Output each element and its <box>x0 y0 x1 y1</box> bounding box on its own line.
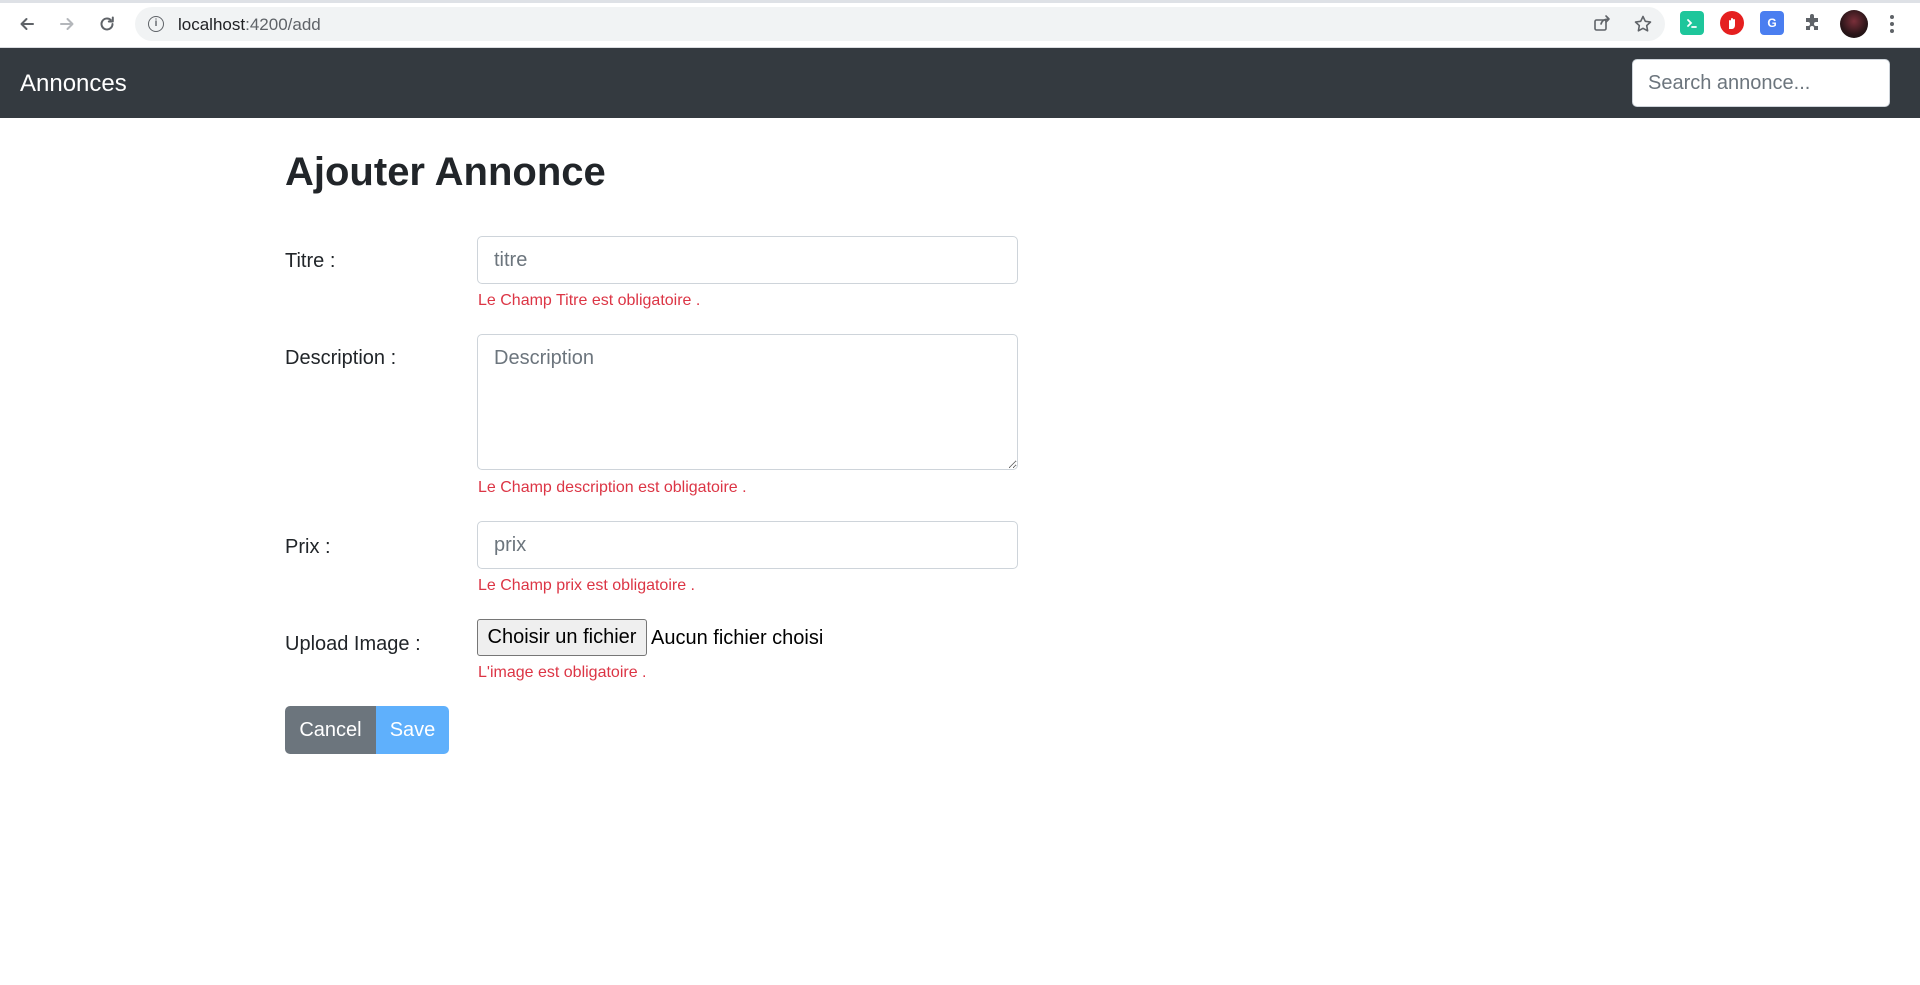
cancel-button[interactable]: Cancel <box>285 706 376 754</box>
description-label: Description : <box>285 347 397 369</box>
terminal-extension-icon[interactable] <box>1680 11 1704 35</box>
prix-label: Prix : <box>285 536 331 558</box>
url-text[interactable]: localhost:4200/add <box>178 15 321 35</box>
save-button[interactable]: Save <box>376 706 449 754</box>
address-bar[interactable]: i localhost:4200/add <box>135 7 1665 41</box>
titre-label: Titre : <box>285 250 336 272</box>
browser-toolbar: i localhost:4200/add G <box>0 0 1920 48</box>
navbar-brand[interactable]: Annonces <box>20 70 127 98</box>
star-icon[interactable] <box>1633 14 1653 34</box>
description-textarea[interactable] <box>477 334 1018 470</box>
search-input[interactable] <box>1632 59 1890 107</box>
url-host: localhost <box>178 15 246 34</box>
url-path: :4200/add <box>245 15 321 34</box>
tab-strip-edge <box>0 0 1920 3</box>
kebab-menu-icon[interactable] <box>1886 12 1898 36</box>
translate-extension-icon[interactable]: G <box>1760 11 1784 35</box>
titre-error: Le Champ Titre est obligatoire . <box>478 292 701 309</box>
arrow-left-icon[interactable] <box>13 10 41 38</box>
page-title: Ajouter Annonce <box>285 150 606 194</box>
prix-input[interactable] <box>477 521 1018 569</box>
upload-image-label: Upload Image : <box>285 633 421 655</box>
description-error: Le Champ description est obligatoire . <box>478 479 747 496</box>
file-status-text: Aucun fichier choisi <box>651 627 824 649</box>
app-navbar: Annonces <box>0 48 1920 118</box>
profile-avatar[interactable] <box>1840 10 1868 38</box>
prix-error: Le Champ prix est obligatoire . <box>478 577 695 594</box>
adblock-extension-icon[interactable] <box>1720 11 1744 35</box>
choose-file-button[interactable]: Choisir un fichier <box>477 619 647 656</box>
info-icon[interactable]: i <box>148 16 164 32</box>
arrow-right-icon[interactable] <box>53 10 81 38</box>
image-error: L'image est obligatoire . <box>478 664 647 681</box>
share-icon[interactable] <box>1592 14 1612 34</box>
reload-icon[interactable] <box>93 10 121 38</box>
puzzle-icon[interactable] <box>1800 11 1824 35</box>
titre-input[interactable] <box>477 236 1018 284</box>
